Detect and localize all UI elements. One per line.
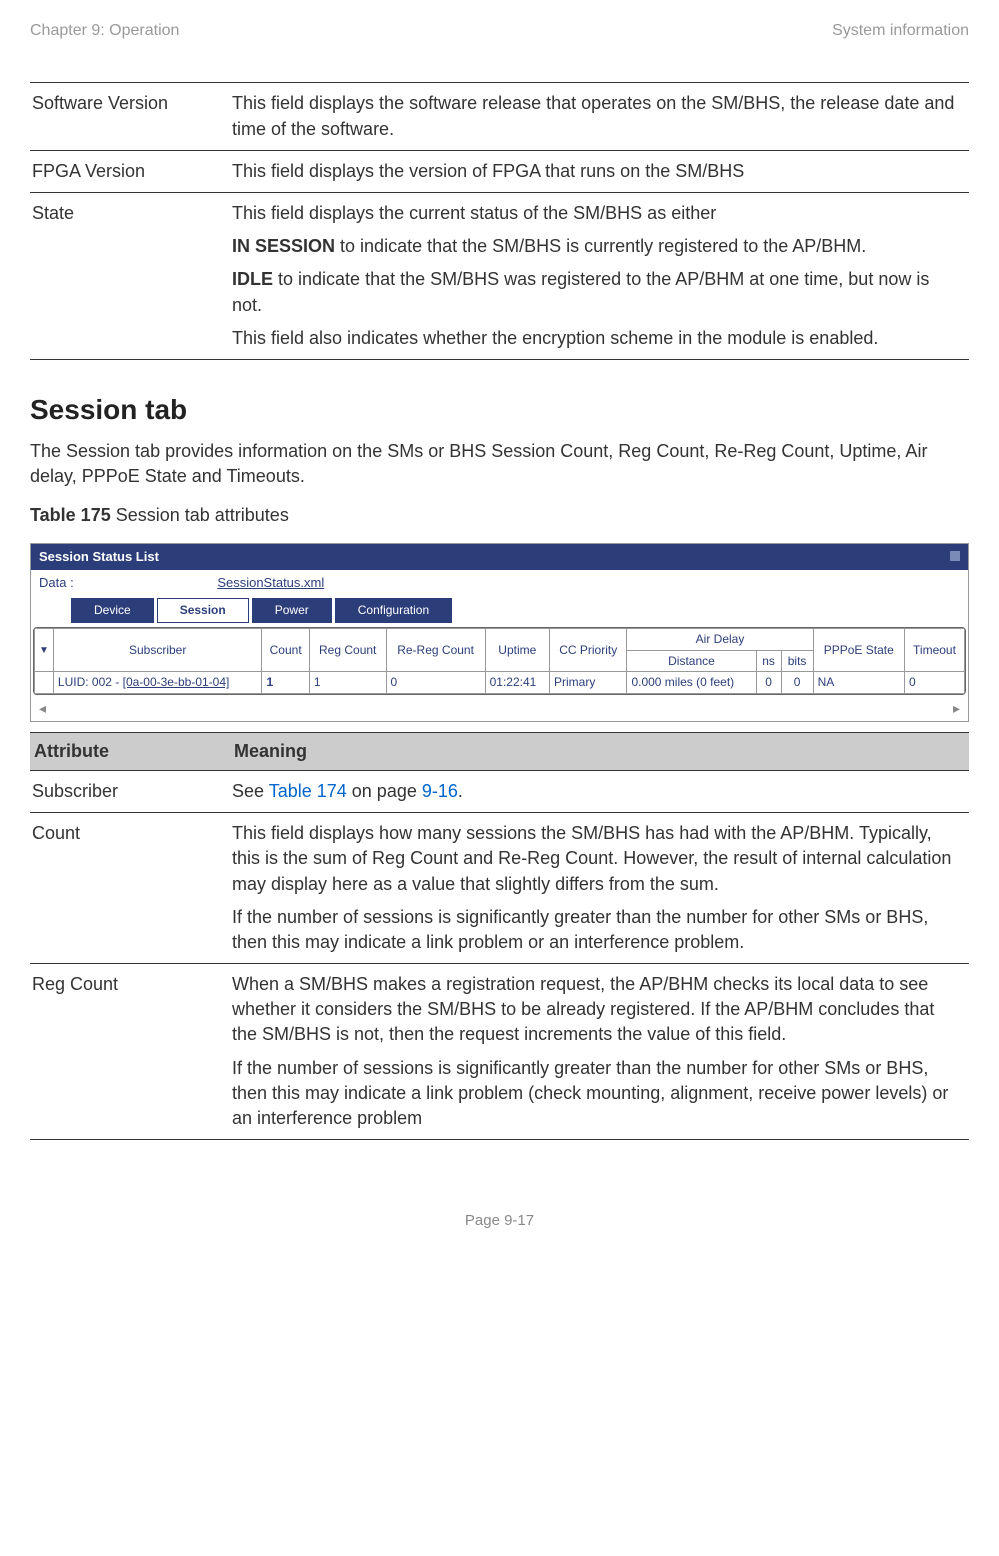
page-9-16-link[interactable]: 9-16: [422, 781, 458, 801]
tab-session[interactable]: Session: [157, 598, 249, 623]
desc-software-version: This field displays the software release…: [230, 83, 969, 150]
attr-count: Count: [30, 813, 230, 964]
definitions-top-table: Software Version This field displays the…: [30, 82, 969, 360]
header-attribute: Attribute: [30, 732, 230, 770]
attr-state: State: [30, 192, 230, 359]
attribute-meaning-table: Attribute Meaning Subscriber See Table 1…: [30, 732, 969, 1140]
desc-reg-count: When a SM/BHS makes a registration reque…: [230, 964, 969, 1140]
col-cc[interactable]: CC Priority: [550, 628, 627, 672]
desc-subscriber: See Table 174 on page 9-16.: [230, 770, 969, 812]
caption-rest: Session tab attributes: [116, 505, 289, 525]
count-p2: If the number of sessions is significant…: [232, 905, 963, 955]
idle-bold: IDLE: [232, 269, 273, 289]
panel-tabs: Device Session Power Configuration: [31, 596, 968, 625]
attr-fpga-version: FPGA Version: [30, 150, 230, 192]
attr-subscriber: Subscriber: [30, 770, 230, 812]
cell-pppoe: NA: [813, 672, 904, 694]
table-174-link[interactable]: Table 174: [269, 781, 347, 801]
luid-prefix: LUID: 002 -: [58, 675, 123, 689]
col-rereg[interactable]: Re-Reg Count: [386, 628, 485, 672]
session-tab-intro: The Session tab provides information on …: [30, 439, 969, 489]
cell-reg: 1: [309, 672, 386, 694]
panel-title-bar: Session Status List: [31, 544, 968, 570]
cell-rereg: 0: [386, 672, 485, 694]
attr-software-version: Software Version: [30, 83, 230, 150]
luid-link[interactable]: [0a-00-3e-bb-01-04]: [123, 675, 230, 689]
cell-subscriber: LUID: 002 - [0a-00-3e-bb-01-04]: [53, 672, 262, 694]
tab-power[interactable]: Power: [252, 598, 332, 623]
col-bits[interactable]: bits: [781, 650, 813, 672]
cell-timeout: 0: [904, 672, 964, 694]
table-caption: Table 175 Session tab attributes: [30, 503, 969, 528]
in-session-rest: to indicate that the SM/BHS is currently…: [335, 236, 866, 256]
session-status-panel: Session Status List Data : SessionStatus…: [30, 543, 969, 722]
attr-reg-count: Reg Count: [30, 964, 230, 1140]
col-count[interactable]: Count: [262, 628, 309, 672]
state-intro: This field displays the current status o…: [232, 203, 716, 223]
col-pppoe[interactable]: PPPoE State: [813, 628, 904, 672]
cell-ns: 0: [756, 672, 781, 694]
desc-sub-mid: on page: [347, 781, 422, 801]
page-footer: Page 9-17: [30, 1210, 969, 1231]
col-ns[interactable]: ns: [756, 650, 781, 672]
desc-state: This field displays the current status o…: [230, 192, 969, 359]
in-session-bold: IN SESSION: [232, 236, 335, 256]
col-distance[interactable]: Distance: [627, 650, 756, 672]
panel-collapse-icon[interactable]: [950, 551, 960, 561]
panel-data-row: Data : SessionStatus.xml: [31, 570, 968, 596]
desc-fpga-version: This field displays the version of FPGA …: [230, 150, 969, 192]
idle-rest: to indicate that the SM/BHS was register…: [232, 269, 929, 314]
heading-session-tab: Session tab: [30, 390, 969, 429]
cell-uptime: 01:22:41: [485, 672, 549, 694]
h-scrollbar[interactable]: ◂▸: [31, 697, 968, 721]
col-air[interactable]: Air Delay: [627, 628, 813, 650]
session-status-xml-link[interactable]: SessionStatus.xml: [217, 575, 324, 590]
desc-sub-post: .: [458, 781, 463, 801]
col-subscriber[interactable]: Subscriber: [53, 628, 262, 672]
tab-device[interactable]: Device: [71, 598, 154, 623]
reg-p2: If the number of sessions is significant…: [232, 1056, 963, 1132]
desc-count: This field displays how many sessions th…: [230, 813, 969, 964]
header-left: Chapter 9: Operation: [30, 20, 179, 42]
session-grid: ▼ Subscriber Count Reg Count Re-Reg Coun…: [34, 628, 965, 694]
grid-dropdown[interactable]: ▼: [35, 628, 54, 672]
panel-title-text: Session Status List: [39, 549, 159, 564]
page-header: Chapter 9: Operation System information: [30, 20, 969, 42]
data-label: Data :: [39, 575, 74, 590]
desc-sub-pre: See: [232, 781, 269, 801]
count-p1: This field displays how many sessions th…: [232, 823, 951, 893]
state-last: This field also indicates whether the en…: [232, 326, 963, 351]
col-reg[interactable]: Reg Count: [309, 628, 386, 672]
cell-bits: 0: [781, 672, 813, 694]
caption-bold: Table 175: [30, 505, 116, 525]
reg-p1: When a SM/BHS makes a registration reque…: [232, 974, 934, 1044]
header-meaning: Meaning: [230, 732, 969, 770]
col-uptime[interactable]: Uptime: [485, 628, 549, 672]
cell-distance: 0.000 miles (0 feet): [627, 672, 756, 694]
tab-configuration[interactable]: Configuration: [335, 598, 452, 623]
cell-cc: Primary: [550, 672, 627, 694]
header-right: System information: [832, 20, 969, 42]
table-row: LUID: 002 - [0a-00-3e-bb-01-04] 1 1 0 01…: [35, 672, 965, 694]
cell-count: 1: [262, 672, 309, 694]
col-timeout[interactable]: Timeout: [904, 628, 964, 672]
